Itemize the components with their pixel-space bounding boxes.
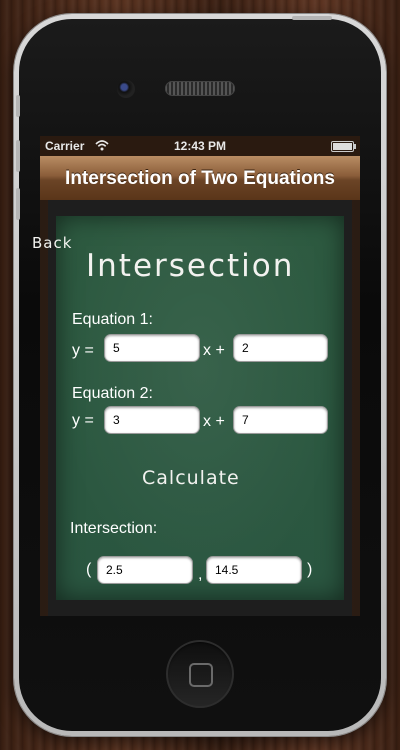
equation-1-x-suffix: x + bbox=[203, 342, 225, 359]
earpiece-speaker bbox=[165, 81, 235, 96]
equation-2-intercept-input[interactable] bbox=[233, 406, 328, 434]
equation-2-x-suffix: x + bbox=[203, 413, 225, 430]
volume-down-button bbox=[16, 188, 20, 220]
comma-separator: , bbox=[198, 566, 203, 583]
status-bar: Carrier 12:43 PM bbox=[40, 136, 360, 156]
phone-screen: Carrier 12:43 PM Intersection of Two Equ… bbox=[40, 136, 360, 616]
equation-2-slope-input[interactable] bbox=[104, 406, 200, 434]
equation-1-y-prefix: y = bbox=[72, 342, 94, 359]
front-camera bbox=[117, 80, 135, 98]
calculate-button[interactable]: Calculate bbox=[142, 467, 240, 489]
mute-switch bbox=[16, 95, 20, 117]
nav-title: Intersection of Two Equations bbox=[65, 168, 335, 189]
close-paren: ) bbox=[307, 561, 313, 578]
navigation-bar: Intersection of Two Equations bbox=[40, 156, 360, 201]
home-button-icon[interactable] bbox=[166, 640, 234, 708]
intersection-y-output bbox=[206, 556, 302, 584]
equation-2-label: Equation 2: bbox=[72, 385, 153, 402]
power-button bbox=[292, 16, 332, 20]
open-paren: ( bbox=[86, 561, 92, 578]
home-square-icon bbox=[189, 663, 213, 687]
equation-2-y-prefix: y = bbox=[72, 412, 94, 429]
equation-1-slope-input[interactable] bbox=[104, 334, 200, 362]
volume-up-button bbox=[16, 140, 20, 172]
equation-1-label: Equation 1: bbox=[72, 311, 153, 328]
page-title: Intersection bbox=[86, 248, 295, 284]
intersection-x-output bbox=[97, 556, 193, 584]
back-button[interactable]: Back bbox=[32, 234, 72, 252]
status-time: 12:43 PM bbox=[173, 139, 227, 153]
battery-icon bbox=[331, 141, 356, 152]
intersection-label: Intersection: bbox=[70, 520, 158, 537]
equation-1-intercept-input[interactable] bbox=[233, 334, 328, 362]
